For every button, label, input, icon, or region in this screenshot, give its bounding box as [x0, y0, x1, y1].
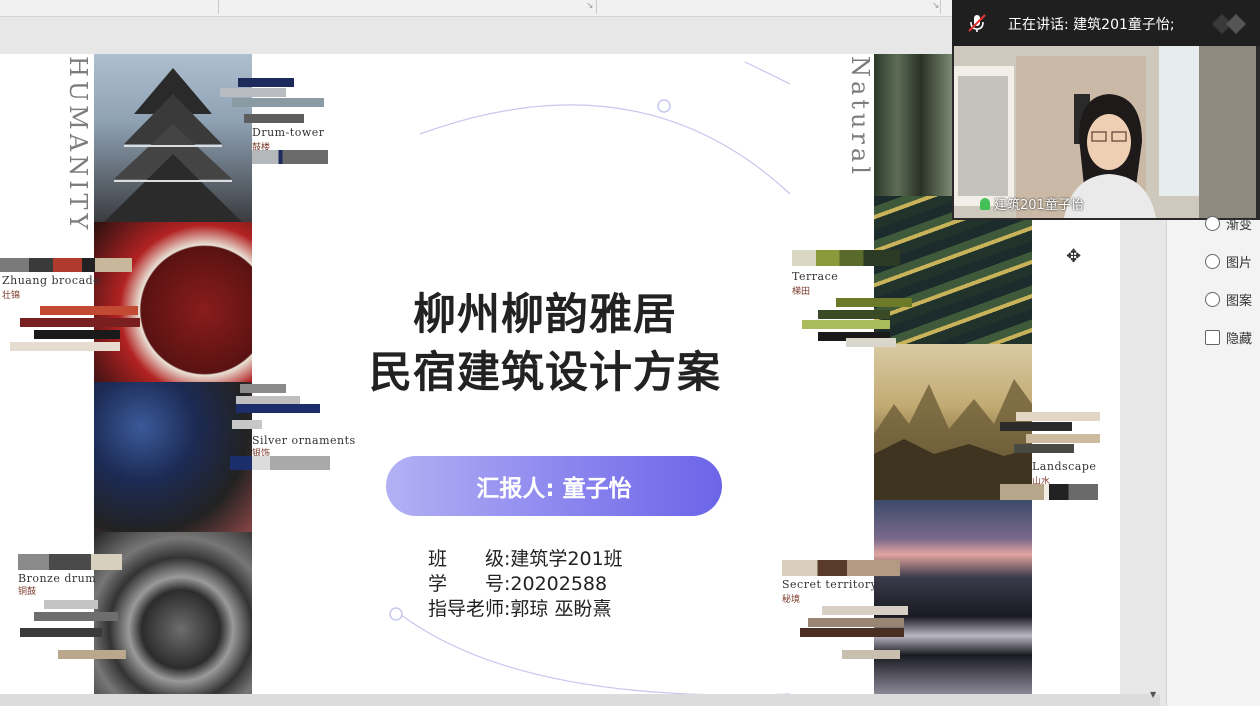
participant-name: 建筑201童子怡: [994, 198, 1084, 213]
zhuang-brocade-photo: [94, 222, 252, 382]
speaking-label: 正在讲话:: [1008, 17, 1069, 33]
color-swatch: [818, 310, 890, 319]
radio-icon[interactable]: [1205, 216, 1220, 231]
option-hide-label: 隐藏: [1226, 332, 1253, 347]
drum-tower-photo: [94, 54, 252, 222]
humanity-vertical-text: HUMANITY: [64, 56, 92, 234]
toolbar-divider: [596, 0, 597, 14]
move-cursor-icon: ✥: [1066, 246, 1082, 267]
advisor-row: 指导老师:郭琼 巫盼熹: [428, 596, 611, 622]
slide-title: 柳州柳韵雅居 民宿建筑设计方案: [320, 286, 770, 402]
toolbar-divider: [940, 0, 941, 14]
app-logo-icon: [1208, 10, 1252, 38]
color-swatch: [34, 612, 118, 621]
color-swatch: [220, 88, 286, 97]
advisor-label: 指导老师:: [428, 598, 511, 620]
color-swatch: [18, 554, 122, 570]
color-swatch: [44, 600, 98, 609]
color-swatch: [232, 98, 324, 107]
advisor-value: 郭琼 巫盼熹: [510, 598, 612, 620]
zhuang-brocade-sublabel: 壮锦: [2, 291, 21, 301]
option-pattern[interactable]: 图案: [1205, 290, 1252, 309]
speaker-name: 建筑201童子怡;: [1073, 17, 1175, 33]
color-swatch: [0, 258, 132, 272]
color-swatch: [232, 420, 262, 429]
color-swatch: [846, 338, 896, 347]
color-swatch: [20, 318, 140, 327]
reporter-pill: 汇报人: 童子怡: [386, 456, 722, 516]
color-swatch: [230, 456, 330, 470]
landscape-label: Landscape: [1032, 460, 1097, 473]
radio-icon[interactable]: [1205, 254, 1220, 269]
natural-vertical-text: Natural: [846, 56, 874, 178]
zhuang-brocade-label: Zhuang brocade: [2, 274, 101, 287]
secret-territory-photo: [874, 500, 1032, 694]
color-swatch: [782, 560, 900, 576]
color-swatch: [58, 650, 126, 659]
color-swatch: [800, 628, 904, 637]
color-swatch: [1000, 422, 1072, 431]
expand-corner-icon[interactable]: ↘: [586, 1, 594, 11]
toolbar-divider: [218, 0, 219, 14]
color-swatch: [34, 330, 120, 339]
secret-territory-sublabel: 秘境: [782, 595, 801, 605]
option-gradient[interactable]: 渐变: [1205, 214, 1252, 233]
title-line-1: 柳州柳韵雅居: [413, 290, 677, 340]
color-swatch: [802, 320, 890, 329]
color-swatch: [238, 78, 294, 87]
expand-corner-icon[interactable]: ↘: [932, 1, 940, 11]
color-swatch: [842, 650, 900, 659]
color-swatch: [822, 606, 908, 615]
color-swatch: [236, 404, 320, 413]
drum-tower-label: Drum-tower: [252, 126, 325, 139]
participant-mic-icon: [980, 198, 990, 210]
student-id-row: 学 号:20202588: [428, 571, 607, 597]
participant-video[interactable]: [954, 46, 1256, 218]
color-swatch: [252, 150, 328, 164]
bronze-drum-sublabel: 铜鼓: [18, 587, 37, 597]
title-line-2: 民宿建筑设计方案: [369, 348, 721, 398]
silver-ornaments-photo: [94, 382, 252, 532]
class-label: 班 级:: [428, 548, 511, 570]
scroll-down-arrow-icon[interactable]: ▼: [1150, 690, 1156, 699]
color-swatch: [1016, 412, 1100, 421]
color-swatch: [792, 250, 900, 266]
option-hide[interactable]: 隐藏: [1205, 328, 1252, 347]
secret-territory-label: Secret territory: [782, 578, 878, 591]
color-swatch: [40, 306, 138, 315]
terrace-sublabel: 梯田: [792, 287, 811, 297]
student-id-label: 学 号:: [428, 573, 511, 595]
student-id-value: 20202588: [510, 573, 608, 595]
color-swatch: [1026, 434, 1100, 443]
color-swatch: [10, 342, 120, 351]
option-picture-label: 图片: [1226, 256, 1253, 271]
option-gradient-label: 渐变: [1226, 218, 1253, 233]
class-row: 班 级:建筑学201班: [428, 546, 623, 572]
class-value: 建筑学201班: [510, 548, 623, 570]
bamboo-photo: [874, 54, 952, 196]
color-swatch: [808, 618, 904, 627]
speaking-status: 正在讲话: 建筑201童子怡;: [1008, 14, 1175, 34]
terrace-label: Terrace: [792, 270, 839, 283]
participant-name-tag: 建筑201童子怡: [980, 194, 1084, 213]
color-swatch: [836, 298, 912, 307]
option-picture[interactable]: 图片: [1205, 252, 1252, 271]
bottom-strip: [0, 694, 1160, 706]
color-swatch: [1000, 484, 1098, 500]
checkbox-icon[interactable]: [1205, 330, 1220, 345]
color-swatch: [244, 114, 304, 123]
mic-muted-icon[interactable]: [966, 12, 988, 34]
color-swatch: [20, 628, 102, 637]
color-swatch: [1014, 444, 1074, 453]
radio-icon[interactable]: [1205, 292, 1220, 307]
color-swatch: [240, 384, 286, 393]
option-pattern-label: 图案: [1226, 294, 1253, 309]
